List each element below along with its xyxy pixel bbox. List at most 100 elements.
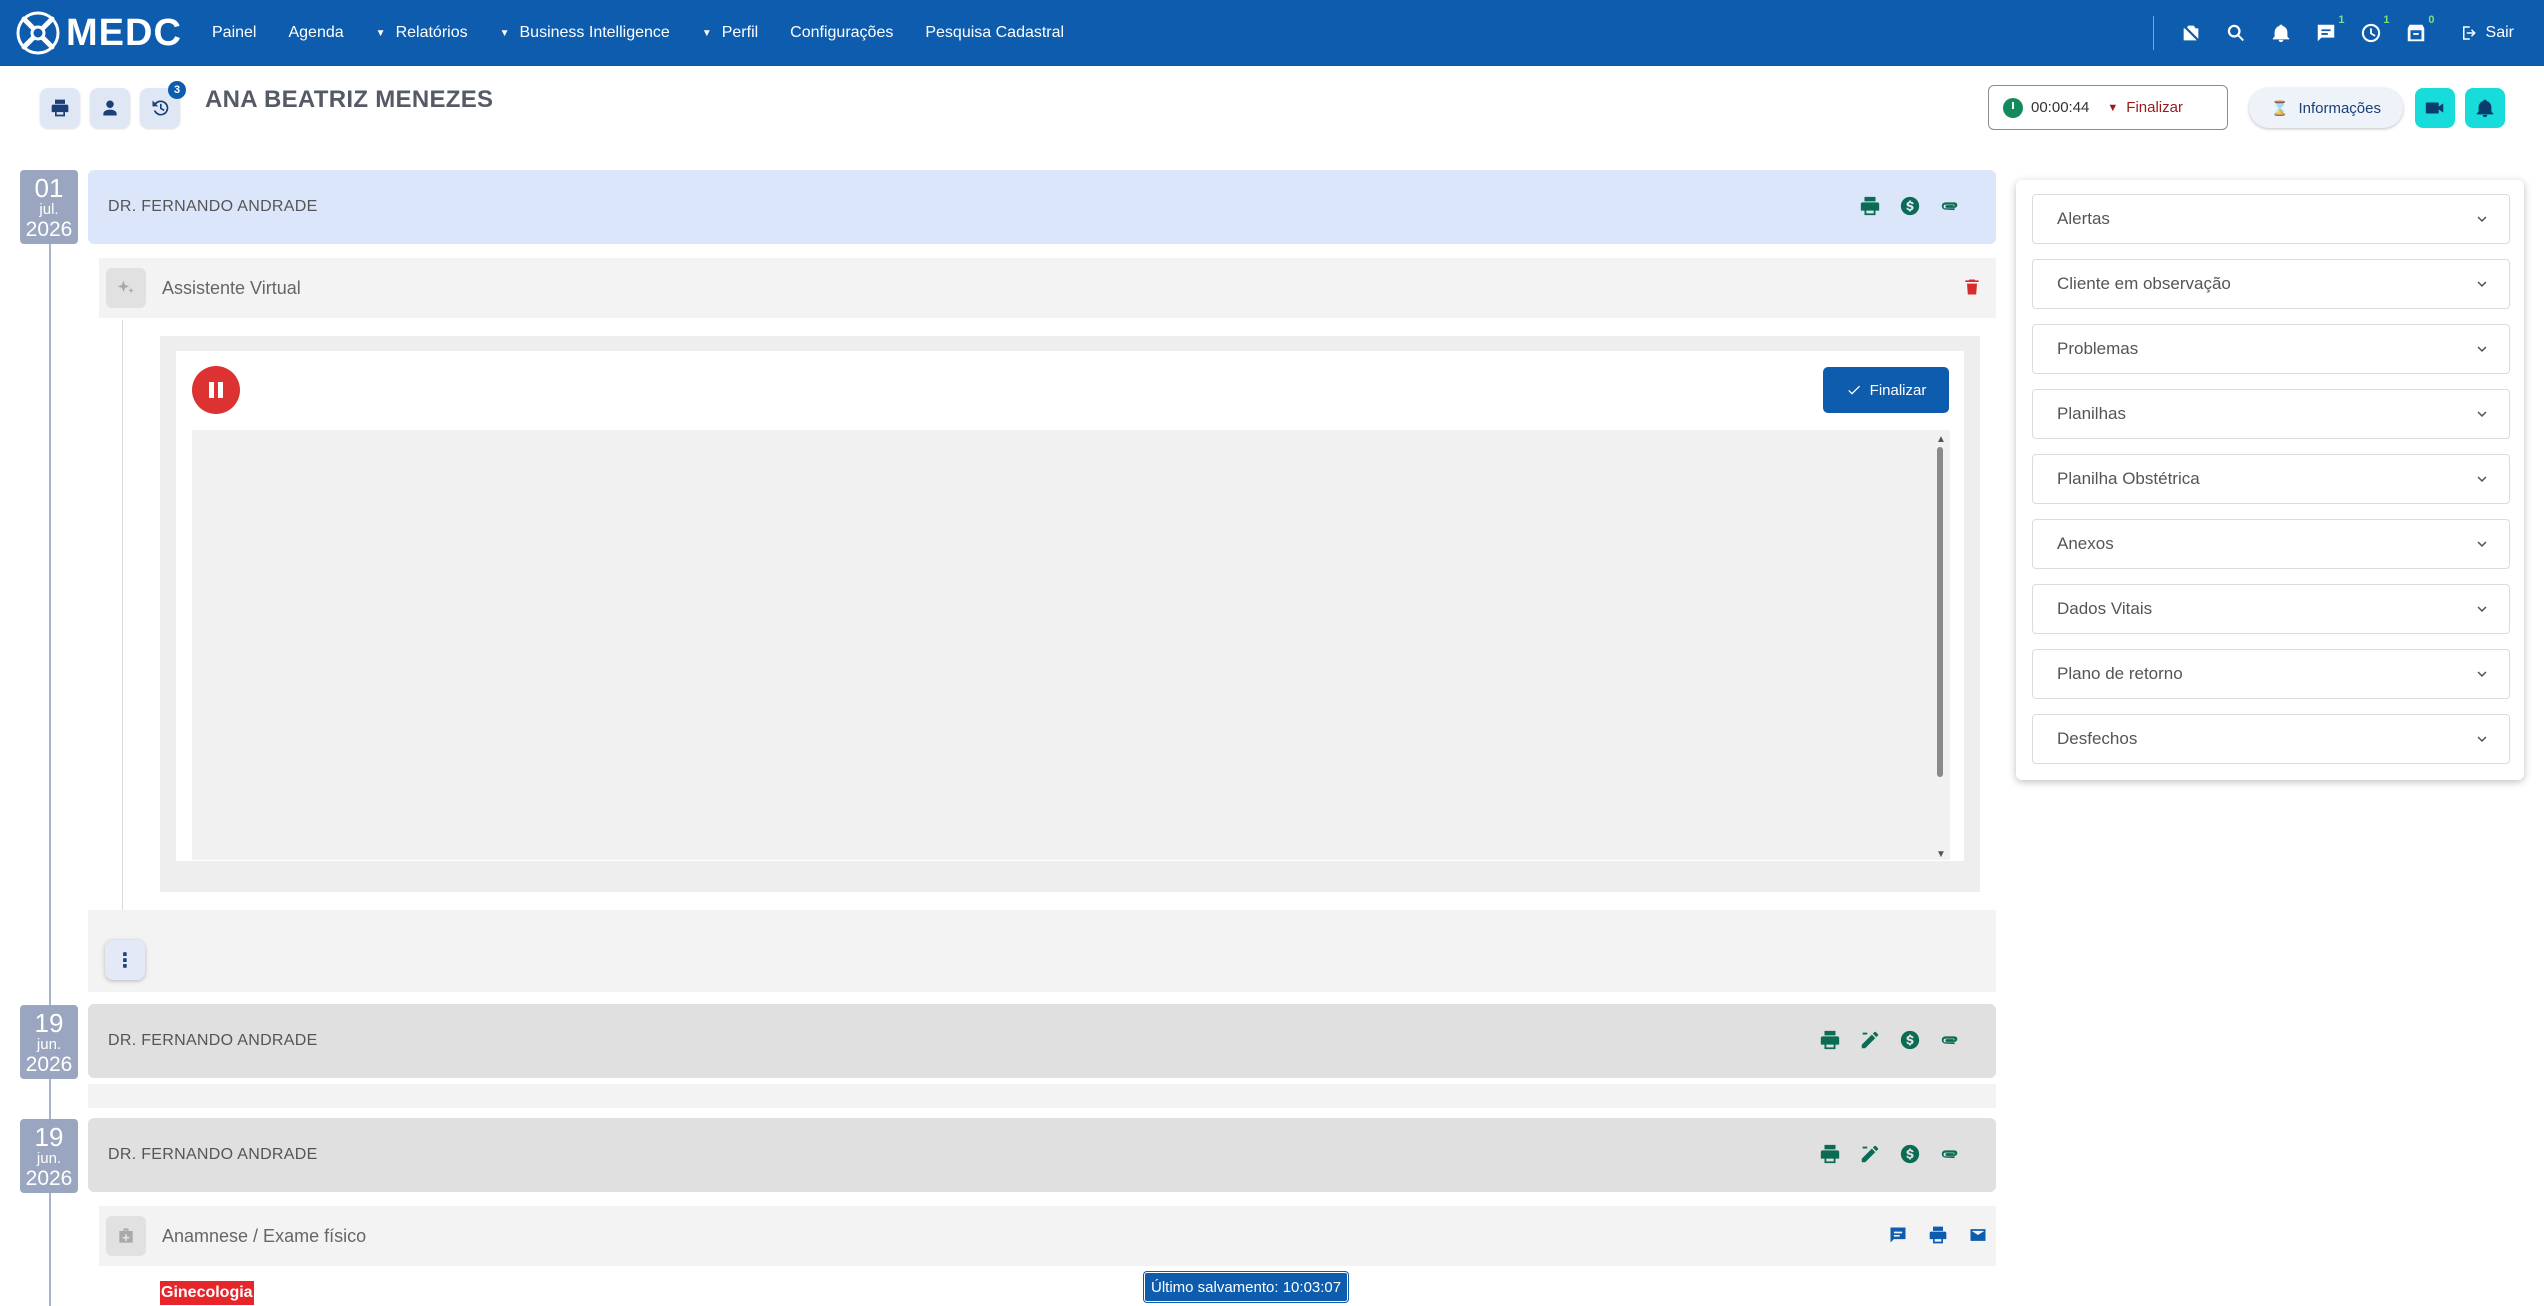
transcript-textarea[interactable] bbox=[192, 430, 1950, 860]
scroll-up-icon[interactable]: ▲ bbox=[1936, 434, 1946, 445]
caret-down-icon[interactable]: ▼ bbox=[2107, 102, 2118, 114]
nav-agenda[interactable]: Agenda bbox=[288, 24, 343, 42]
date-month: jul. bbox=[39, 201, 59, 218]
printer-icon[interactable] bbox=[1928, 1225, 1950, 1247]
nav-business-intelligence[interactable]: ▼ Business Intelligence bbox=[500, 24, 670, 42]
bell-icon[interactable] bbox=[2268, 20, 2294, 46]
top-navbar: MEDC Painel Agenda ▼ Relatórios ▼ Business… bbox=[0, 0, 2544, 66]
trash-icon[interactable] bbox=[1962, 276, 1982, 298]
accordion-label: Planilhas bbox=[2057, 404, 2126, 423]
timer-value: 00:00:44 bbox=[2031, 99, 2090, 116]
nav-configuracoes[interactable]: Configurações bbox=[790, 24, 893, 42]
scroll-down-icon[interactable]: ▼ bbox=[1936, 849, 1946, 860]
accordion-label: Problemas bbox=[2057, 339, 2139, 358]
chevron-down-icon bbox=[2473, 470, 2491, 488]
printer-icon[interactable] bbox=[1818, 1028, 1842, 1052]
check-icon bbox=[1847, 385, 1860, 395]
edit-icon[interactable] bbox=[1858, 1028, 1882, 1052]
history-button[interactable]: 3 bbox=[140, 81, 186, 128]
accordion-planilhas[interactable]: Planilhas bbox=[2032, 389, 2510, 439]
dollar-icon[interactable] bbox=[1898, 194, 1922, 218]
nav-label: Pesquisa Cadastral bbox=[925, 24, 1065, 41]
accordion-alertas[interactable]: Alertas bbox=[2032, 194, 2510, 244]
printer-icon bbox=[51, 99, 69, 117]
caret-down-icon: ▼ bbox=[701, 27, 712, 39]
transcript-scrollbar[interactable]: ▲ ▼ bbox=[1933, 432, 1947, 860]
clock-icon[interactable]: 1 bbox=[2358, 14, 2390, 46]
nav-label: Agenda bbox=[288, 24, 344, 41]
accordion-cliente-em-observacao[interactable]: Cliente em observação bbox=[2032, 259, 2510, 309]
logout-label: Sair bbox=[2485, 24, 2514, 41]
scroll-thumb[interactable] bbox=[1937, 447, 1943, 777]
archive-icon[interactable]: 0 bbox=[2403, 14, 2435, 46]
attachment-icon[interactable] bbox=[1938, 1142, 1962, 1166]
nav-pesquisa-cadastral[interactable]: Pesquisa Cadastral bbox=[925, 24, 1064, 42]
archive-count-badge: 0 bbox=[2428, 14, 2435, 26]
chevron-down-icon bbox=[2473, 405, 2491, 423]
comment-icon[interactable] bbox=[1888, 1225, 1910, 1247]
pause-recording-button[interactable] bbox=[192, 366, 240, 414]
accordion-planilha-obstetrica[interactable]: Planilha Obstétrica bbox=[2032, 454, 2510, 504]
entry-actions bbox=[1802, 1028, 1962, 1052]
info-label: Informações bbox=[2298, 99, 2381, 117]
printer-icon[interactable] bbox=[1858, 194, 1882, 218]
nav-relatorios[interactable]: ▼ Relatórios bbox=[376, 24, 468, 42]
search-icon[interactable] bbox=[2223, 20, 2249, 46]
finish-assistant-button[interactable]: Finalizar bbox=[1823, 367, 1949, 413]
stopwatch-icon bbox=[2003, 97, 2023, 118]
section-guide-line bbox=[122, 320, 123, 910]
printer-icon[interactable] bbox=[1818, 1142, 1842, 1166]
notify-button[interactable] bbox=[2465, 88, 2505, 128]
timeline-entry-header[interactable]: DR. FERNANDO ANDRADE bbox=[88, 170, 1996, 244]
nav-painel[interactable]: Painel bbox=[212, 24, 256, 42]
anamnese-actions bbox=[1870, 1225, 1990, 1247]
nav-perfil[interactable]: ▼ Perfil bbox=[702, 24, 758, 42]
sparkle-icon bbox=[106, 268, 146, 308]
attachment-icon[interactable] bbox=[1938, 194, 1962, 218]
accordion-plano-de-retorno[interactable]: Plano de retorno bbox=[2032, 649, 2510, 699]
logout-button[interactable]: Sair bbox=[2460, 24, 2514, 42]
dollar-icon[interactable] bbox=[1898, 1028, 1922, 1052]
no-camera-icon[interactable] bbox=[2178, 20, 2204, 46]
main-nav: Painel Agenda ▼ Relatórios ▼ Business Inte… bbox=[212, 24, 1096, 42]
video-call-button[interactable] bbox=[2415, 88, 2455, 128]
timeline-entry-header[interactable]: DR. FERNANDO ANDRADE bbox=[88, 1004, 1996, 1078]
video-camera-icon bbox=[2425, 102, 2444, 114]
date-day: 01 bbox=[34, 173, 64, 203]
chevron-down-icon bbox=[2473, 600, 2491, 618]
attachment-icon[interactable] bbox=[1938, 1028, 1962, 1052]
dollar-icon[interactable] bbox=[1898, 1142, 1922, 1166]
accordion-dados-vitais[interactable]: Dados Vitais bbox=[2032, 584, 2510, 634]
timeline-entry-header[interactable]: DR. FERNANDO ANDRADE bbox=[88, 1118, 1996, 1192]
chevron-down-icon bbox=[2473, 730, 2491, 748]
nav-label: Perfil bbox=[721, 24, 759, 41]
clock-count-badge: 1 bbox=[2383, 14, 2390, 26]
virtual-assistant-title: Assistente Virtual bbox=[162, 277, 301, 298]
email-icon[interactable] bbox=[1968, 1225, 1990, 1247]
patient-profile-button[interactable] bbox=[90, 88, 130, 128]
entry-actions bbox=[1842, 194, 1962, 218]
accordion-anexos[interactable]: Anexos bbox=[2032, 519, 2510, 569]
session-timer: 00:00:44 ▼ Finalizar bbox=[1988, 85, 2228, 130]
accordion-label: Plano de retorno bbox=[2057, 664, 2183, 683]
top-right-tools: 1 1 0 Sair bbox=[2152, 0, 2514, 66]
print-button[interactable] bbox=[40, 88, 80, 128]
finish-label: Finalizar bbox=[1869, 381, 1927, 399]
edit-icon[interactable] bbox=[1858, 1142, 1882, 1166]
chevron-down-icon bbox=[2473, 210, 2491, 228]
virtual-assistant-header: Assistente Virtual bbox=[99, 258, 1996, 318]
date-month: jun. bbox=[36, 1036, 62, 1053]
accordion-desfechos[interactable]: Desfechos bbox=[2032, 714, 2510, 764]
app-logo[interactable]: MEDC bbox=[14, 9, 186, 57]
date-badge: 19 jun. 2026 bbox=[20, 1005, 78, 1079]
accordion-problemas[interactable]: Problemas bbox=[2032, 324, 2510, 374]
accordion-label: Anexos bbox=[2057, 534, 2114, 553]
entry-actions bbox=[1802, 1142, 1962, 1166]
doctor-name: DR. FERNANDO ANDRADE bbox=[108, 1032, 318, 1049]
info-toggle-button[interactable]: ⌛ Informações bbox=[2249, 88, 2403, 128]
finish-session-button[interactable]: Finalizar bbox=[2126, 99, 2183, 116]
date-month: jun. bbox=[36, 1150, 62, 1167]
chat-icon[interactable]: 1 bbox=[2313, 14, 2345, 46]
pause-icon bbox=[209, 382, 214, 398]
more-options-button[interactable]: ⋮ bbox=[105, 940, 145, 980]
